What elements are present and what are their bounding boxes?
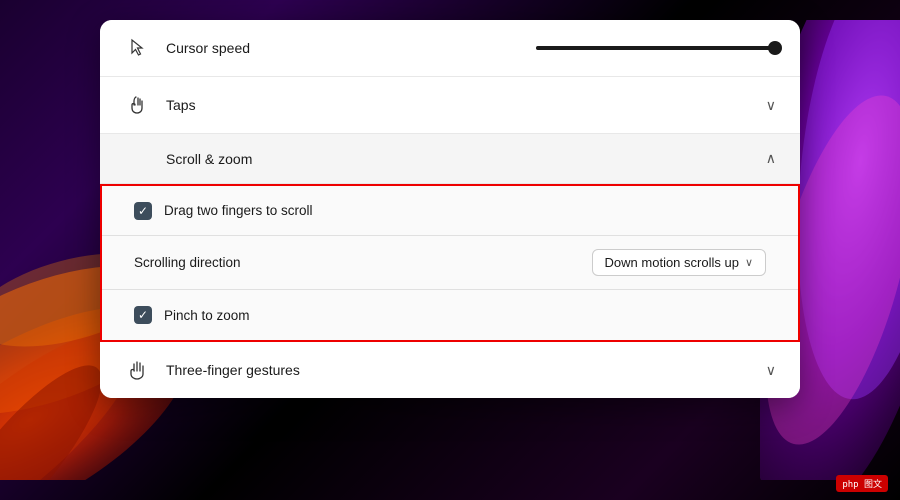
taps-icon <box>124 91 152 119</box>
watermark: php 图文 <box>836 475 888 492</box>
cursor-speed-control <box>536 46 776 50</box>
checkmark-icon: ✓ <box>138 205 148 217</box>
three-finger-chevron-area: ∨ <box>766 362 776 379</box>
scroll-zoom-chevron-icon: ∧ <box>766 150 776 167</box>
drag-two-fingers-row: ✓ Drag two fingers to scroll <box>102 186 798 236</box>
taps-chevron-icon: ∨ <box>766 97 776 114</box>
pinch-to-zoom-row: ✓ Pinch to zoom <box>102 290 798 340</box>
cursor-speed-row: Cursor speed <box>100 20 800 77</box>
scroll-zoom-header[interactable]: Scroll & zoom ∧ <box>100 134 800 184</box>
taps-row[interactable]: Taps ∨ <box>100 77 800 134</box>
pinch-to-zoom-checkbox[interactable]: ✓ <box>134 306 152 324</box>
taps-chevron-area: ∨ <box>766 97 776 114</box>
cursor-speed-label: Cursor speed <box>166 40 536 56</box>
three-finger-row[interactable]: Three-finger gestures ∨ <box>100 342 800 398</box>
scrolling-direction-dropdown[interactable]: Down motion scrolls up ∨ <box>592 249 766 276</box>
dropdown-arrow-icon: ∨ <box>745 256 753 269</box>
three-finger-chevron-icon: ∨ <box>766 362 776 379</box>
scrolling-direction-value: Down motion scrolls up <box>605 255 739 270</box>
drag-two-fingers-checkbox[interactable]: ✓ <box>134 202 152 220</box>
three-finger-icon <box>124 356 152 384</box>
drag-two-fingers-label: Drag two fingers to scroll <box>164 203 766 218</box>
taps-label: Taps <box>166 97 766 113</box>
three-finger-label: Three-finger gestures <box>166 362 766 378</box>
scroll-zoom-expanded-section: ✓ Drag two fingers to scroll Scrolling d… <box>100 184 800 342</box>
cursor-icon <box>124 34 152 62</box>
settings-panel: Cursor speed Taps ∨ Scroll & zoom ∧ ✓ <box>100 20 800 398</box>
slider-thumb[interactable] <box>768 41 782 55</box>
pinch-to-zoom-label: Pinch to zoom <box>164 308 766 323</box>
scrolling-direction-label: Scrolling direction <box>134 255 592 270</box>
cursor-speed-slider[interactable] <box>536 46 776 50</box>
scroll-zoom-label: Scroll & zoom <box>124 151 766 167</box>
scrolling-direction-row: Scrolling direction Down motion scrolls … <box>102 236 798 290</box>
pinch-checkmark-icon: ✓ <box>138 309 148 321</box>
slider-fill <box>536 46 776 50</box>
